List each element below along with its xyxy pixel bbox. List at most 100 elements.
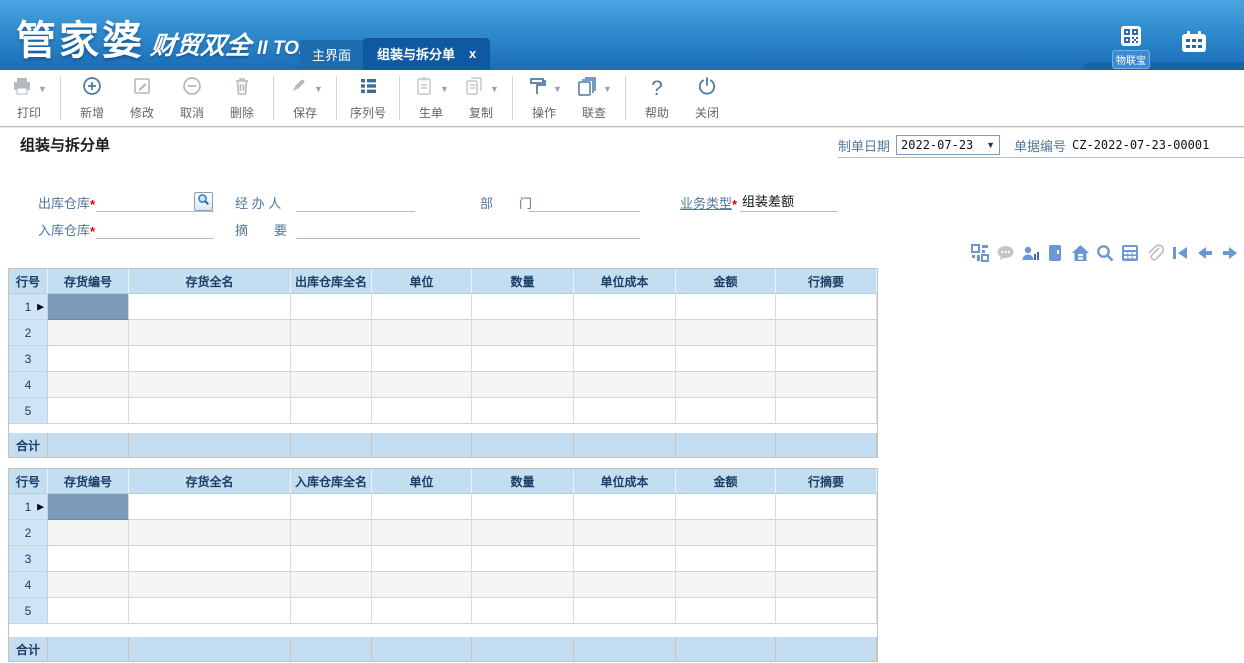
grid-cell[interactable] xyxy=(472,598,574,624)
grid-cell[interactable] xyxy=(129,598,291,624)
row-header-cell[interactable]: 5 xyxy=(9,598,48,624)
grid-cell[interactable] xyxy=(676,520,776,546)
grid-cell[interactable] xyxy=(776,546,877,572)
grid-cell[interactable] xyxy=(372,494,472,520)
row-header-cell[interactable]: 1▶ xyxy=(9,494,48,520)
grid-cell[interactable] xyxy=(129,572,291,598)
grid-cell[interactable] xyxy=(776,494,877,520)
dropdown-caret-icon[interactable]: ▼ xyxy=(553,84,562,94)
row-header-cell[interactable]: 4 xyxy=(9,572,48,598)
grid-cell[interactable] xyxy=(776,598,877,624)
grid-cell[interactable] xyxy=(776,372,877,398)
qr-grid-icon[interactable] xyxy=(970,243,990,262)
biz-type-link[interactable]: 业务类型 xyxy=(680,193,732,212)
link-query-button[interactable]: ▼ 联查 xyxy=(569,72,619,124)
grid-cell[interactable] xyxy=(48,294,129,320)
grid-cell[interactable] xyxy=(129,294,291,320)
grid-cell[interactable] xyxy=(776,294,877,320)
grid-cell[interactable] xyxy=(776,346,877,372)
grid-cell[interactable] xyxy=(574,372,676,398)
warehouse-lookup-button[interactable] xyxy=(194,192,213,211)
grid-cell[interactable] xyxy=(48,346,129,372)
row-header-cell[interactable]: 1▶ xyxy=(9,294,48,320)
attachment-icon[interactable] xyxy=(1145,243,1165,262)
grid-cell[interactable] xyxy=(472,372,574,398)
row-header-cell[interactable]: 3 xyxy=(9,546,48,572)
grid-cell[interactable] xyxy=(291,494,372,520)
grid-cell[interactable] xyxy=(48,372,129,398)
row-header-cell[interactable]: 3 xyxy=(9,346,48,372)
tab-assembly-split[interactable]: 组装与拆分单 x xyxy=(363,37,490,70)
dropdown-caret-icon[interactable]: ▼ xyxy=(440,84,449,94)
tab-close-icon[interactable]: x xyxy=(469,46,476,61)
delete-button[interactable]: 删除 xyxy=(217,72,267,124)
grid-cell[interactable] xyxy=(129,546,291,572)
grid-cell[interactable] xyxy=(676,294,776,320)
grid-cell[interactable] xyxy=(291,546,372,572)
grid-cell[interactable] xyxy=(574,572,676,598)
grid-cell[interactable] xyxy=(776,520,877,546)
grid-cell[interactable] xyxy=(472,494,574,520)
grid-cell[interactable] xyxy=(129,520,291,546)
first-record-icon[interactable] xyxy=(1170,243,1190,262)
handler-input[interactable] xyxy=(296,192,415,212)
people-icon[interactable] xyxy=(1020,243,1040,262)
dropdown-caret-icon[interactable]: ▼ xyxy=(603,84,612,94)
iot-treasure-button[interactable]: 物联宝 xyxy=(1108,26,1154,69)
grid-cell[interactable] xyxy=(129,372,291,398)
grid-cell[interactable] xyxy=(676,494,776,520)
operate-button[interactable]: ▼ 操作 xyxy=(519,72,569,124)
grid-cell[interactable] xyxy=(291,398,372,424)
grid-cell[interactable] xyxy=(574,294,676,320)
tab-main-screen[interactable]: 主界面 xyxy=(300,40,363,70)
grid-cell[interactable] xyxy=(48,546,129,572)
comment-icon[interactable] xyxy=(995,243,1015,262)
add-button[interactable]: 新增 xyxy=(67,72,117,124)
grid-cell[interactable] xyxy=(291,346,372,372)
grid-cell[interactable] xyxy=(676,572,776,598)
grid-cell[interactable] xyxy=(676,320,776,346)
calendar-icon[interactable] xyxy=(1180,30,1208,54)
grid-cell[interactable] xyxy=(372,572,472,598)
grid-cell[interactable] xyxy=(676,598,776,624)
grid-cell[interactable] xyxy=(291,520,372,546)
modify-button[interactable]: 修改 xyxy=(117,72,167,124)
grid-cell[interactable] xyxy=(372,294,472,320)
grid-cell[interactable] xyxy=(472,294,574,320)
door-icon[interactable] xyxy=(1045,243,1065,262)
grid-cell[interactable] xyxy=(291,320,372,346)
grid-cell[interactable] xyxy=(48,598,129,624)
generate-order-button[interactable]: ▼ 生单 xyxy=(406,72,456,124)
grid-cell[interactable] xyxy=(372,520,472,546)
grid-cell[interactable] xyxy=(776,572,877,598)
grid-cell[interactable] xyxy=(372,372,472,398)
next-record-icon[interactable] xyxy=(1220,243,1240,262)
summary-input[interactable] xyxy=(296,219,640,239)
grid-cell[interactable] xyxy=(372,546,472,572)
grid-cell[interactable] xyxy=(472,398,574,424)
grid-cell[interactable] xyxy=(574,598,676,624)
print-button[interactable]: ▼ 打印 xyxy=(4,72,54,124)
grid-cell[interactable] xyxy=(574,320,676,346)
grid-cell[interactable] xyxy=(776,320,877,346)
spreadsheet-icon[interactable] xyxy=(1120,243,1140,262)
grid-cell[interactable] xyxy=(574,520,676,546)
grid-cell[interactable] xyxy=(372,398,472,424)
grid-cell[interactable] xyxy=(48,572,129,598)
dropdown-caret-icon[interactable]: ▼ xyxy=(490,84,499,94)
grid-cell[interactable] xyxy=(574,398,676,424)
dropdown-caret-icon[interactable]: ▼ xyxy=(314,84,323,94)
help-button[interactable]: ? 帮助 xyxy=(632,72,682,124)
grid-cell[interactable] xyxy=(48,494,129,520)
grid-cell[interactable] xyxy=(372,598,472,624)
grid-cell[interactable] xyxy=(291,372,372,398)
grid-cell[interactable] xyxy=(472,520,574,546)
row-header-cell[interactable]: 2 xyxy=(9,320,48,346)
biz-type-input[interactable]: 组装差额 xyxy=(740,192,838,212)
row-header-cell[interactable]: 5 xyxy=(9,398,48,424)
grid-cell[interactable] xyxy=(129,320,291,346)
close-button[interactable]: 关闭 xyxy=(682,72,732,124)
search-icon[interactable] xyxy=(1095,243,1115,262)
grid-cell[interactable] xyxy=(574,494,676,520)
copy-button[interactable]: ▼ 复制 xyxy=(456,72,506,124)
